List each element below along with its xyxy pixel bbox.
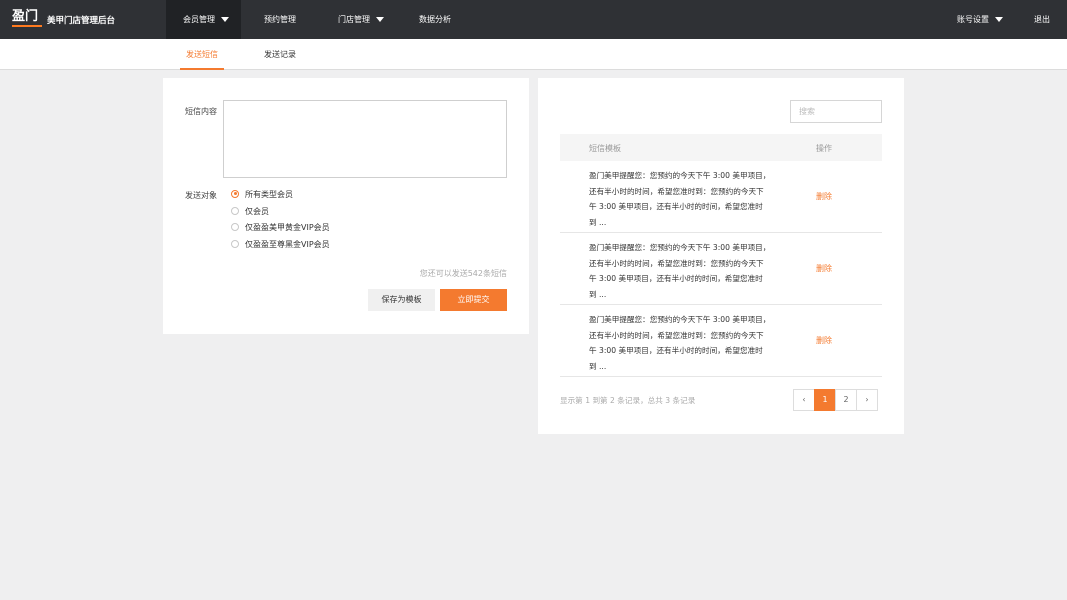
table-row: 盈门美甲提醒您：您预约的今天下午 3:00 美甲项目， 还有半小时的时间，希望您… [560,233,882,305]
table-row: 盈门美甲提醒您：您预约的今天下午 3:00 美甲项目， 还有半小时的时间，希望您… [560,305,882,377]
nav-member-management[interactable]: 会员管理 [166,0,241,39]
logout-link[interactable]: 退出 [1034,0,1050,39]
pagination-page-1[interactable]: 1 [814,389,836,411]
radio-label: 仅会员 [245,207,269,216]
active-tab-indicator [180,68,224,70]
radio-unchecked-icon [231,222,239,231]
submit-button[interactable]: 立即提交 [440,289,507,311]
send-target-label: 发送对象 [185,191,217,200]
radio-option-members-only[interactable]: 仅会员 [231,206,269,218]
nav-data-analysis[interactable]: 数据分析 [419,0,451,39]
account-settings-label: 账号设置 [957,15,989,24]
remaining-sms-hint: 您还可以发送542条短信 [419,269,507,278]
radio-unchecked-icon [231,206,239,215]
pagination-summary: 显示第 1 到第 2 条记录，总共 3 条记录 [560,396,696,405]
pagination: ‹ 1 2 › [793,389,878,411]
pagination-prev-button[interactable]: ‹ [793,389,815,411]
delete-link[interactable]: 删除 [816,191,832,202]
pagination-page-2[interactable]: 2 [835,389,857,411]
chevron-down-icon [376,17,384,22]
radio-label: 所有类型会员 [245,190,293,199]
radio-option-black-gold-vip[interactable]: 仅盈盈至尊黑金VIP会员 [231,239,330,251]
pagination-next-button[interactable]: › [856,389,878,411]
radio-unchecked-icon [231,239,239,248]
account-settings-menu[interactable]: 账号设置 [957,0,1003,39]
radio-label: 仅盈盈至尊黑金VIP会员 [245,240,330,249]
nav-item-label: 会员管理 [183,15,215,24]
sub-tab-bar: 发送短信 发送记录 [0,39,1067,70]
logo: 盈门 [12,10,42,28]
chevron-down-icon [995,17,1003,22]
app-title: 美甲门店管理后台 [47,16,116,26]
table-row: 盈门美甲提醒您：您预约的今天下午 3:00 美甲项目， 还有半小时的时间，希望您… [560,161,882,233]
column-header-template: 短信模板 [589,144,621,153]
radio-checked-icon [231,189,239,198]
template-text: 盈门美甲提醒您：您预约的今天下午 3:00 美甲项目， 还有半小时的时间，希望您… [589,243,771,300]
radio-label: 仅盈盈美甲黄金VIP会员 [245,223,330,232]
top-navigation-bar: 盈门 美甲门店管理后台 会员管理 预约管理 门店管理 数据分析 账号设置 退出 [0,0,1067,39]
template-text: 盈门美甲提醒您：您预约的今天下午 3:00 美甲项目， 还有半小时的时间，希望您… [589,171,771,228]
nav-item-label: 数据分析 [419,15,451,24]
nav-item-label: 预约管理 [264,15,296,24]
save-as-template-button[interactable]: 保存为模板 [368,289,435,311]
sms-content-textarea[interactable] [223,100,507,178]
template-text: 盈门美甲提醒您：您预约的今天下午 3:00 美甲项目， 还有半小时的时间，希望您… [589,315,771,372]
tab-send-sms[interactable]: 发送短信 [186,49,218,60]
delete-link[interactable]: 删除 [816,263,832,274]
nav-store-management[interactable]: 门店管理 [338,0,384,39]
sms-compose-panel: 短信内容 发送对象 所有类型会员 仅会员 仅盈盈美甲黄金VIP会员 仅盈盈至尊黑… [163,78,529,334]
sms-content-label: 短信内容 [185,107,217,116]
sms-template-panel: 搜索 短信模板 操作 盈门美甲提醒您：您预约的今天下午 3:00 美甲项目， 还… [538,78,904,434]
nav-item-label: 门店管理 [338,15,370,24]
table-header: 短信模板 操作 [560,134,882,161]
chevron-down-icon [221,17,229,22]
radio-option-all-members[interactable]: 所有类型会员 [231,189,293,201]
radio-option-gold-vip[interactable]: 仅盈盈美甲黄金VIP会员 [231,222,330,234]
tab-send-records[interactable]: 发送记录 [264,49,296,60]
column-header-action: 操作 [816,144,832,153]
nav-booking-management[interactable]: 预约管理 [264,0,296,39]
delete-link[interactable]: 删除 [816,335,832,346]
template-search-input[interactable]: 搜索 [790,100,882,123]
